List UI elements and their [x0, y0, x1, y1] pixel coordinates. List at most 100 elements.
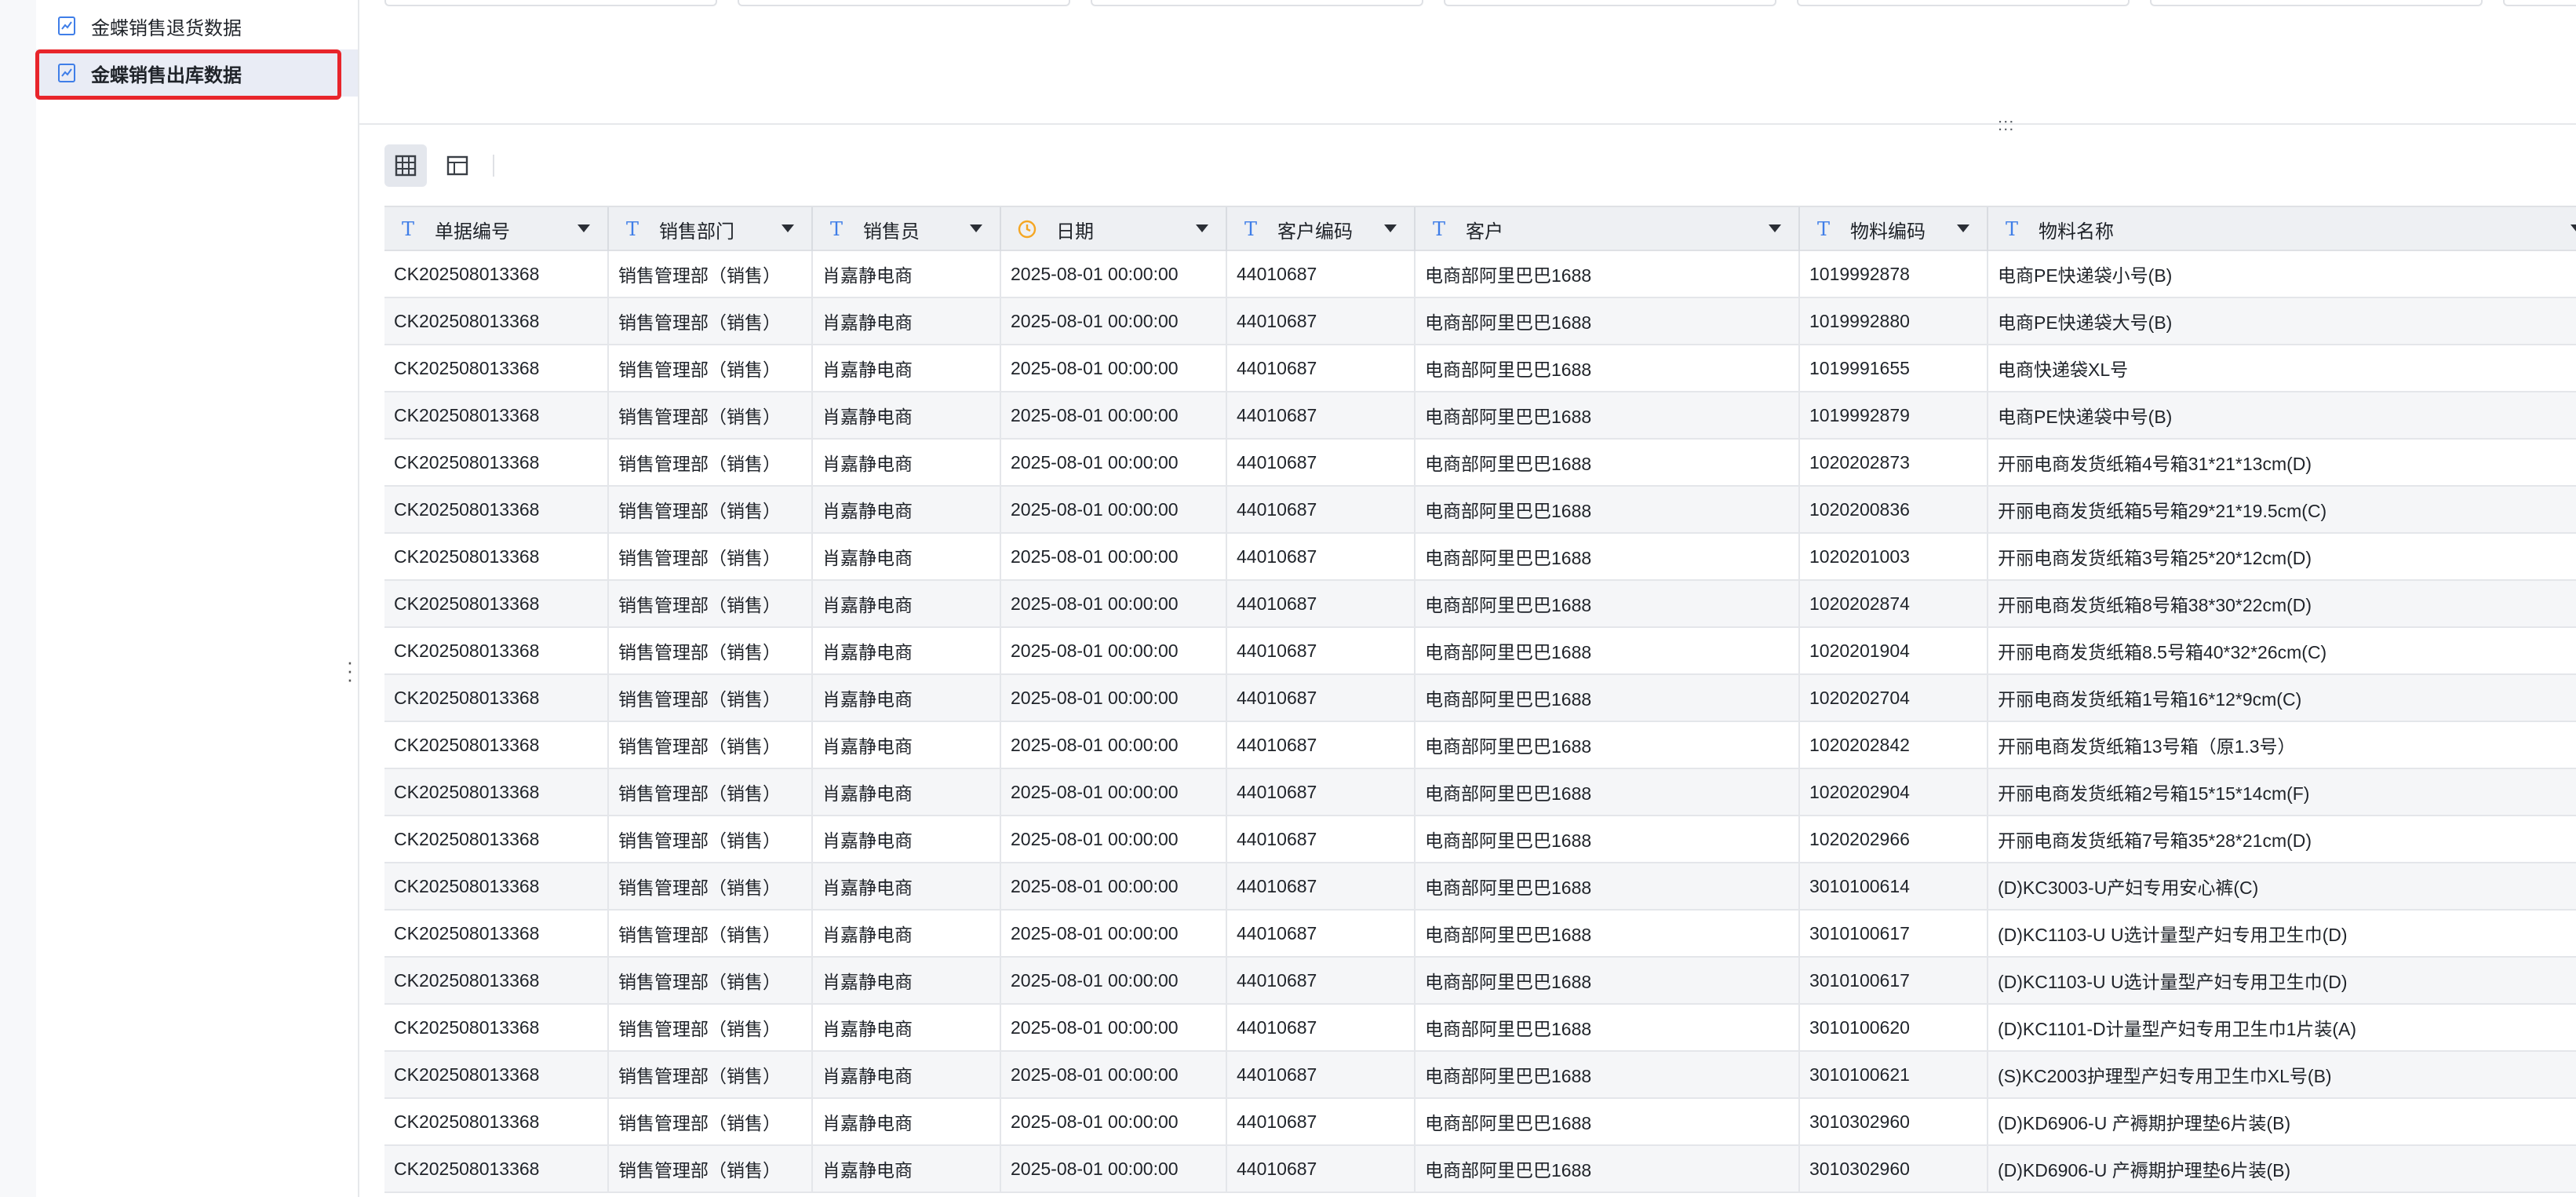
cell-customer[interactable]: 电商部阿里巴巴1688: [1416, 675, 1800, 721]
filter-field[interactable]: [1444, 0, 1776, 6]
column-header-sales-dept[interactable]: T 销售部门: [609, 207, 813, 251]
cell-material-code[interactable]: 1019992879: [1800, 392, 1988, 438]
cell-doc-number[interactable]: CK202508013368: [384, 958, 609, 1003]
cell-customer-code[interactable]: 44010687: [1227, 816, 1416, 862]
cell-doc-number[interactable]: CK202508013368: [384, 911, 609, 956]
cell-material-name[interactable]: 开丽电商发货纸箱8号箱38*30*22cm(D): [1988, 581, 2576, 626]
cell-material-name[interactable]: (D)KC1103-U U选计量型产妇专用卫生巾(D): [1988, 958, 2576, 1003]
cell-customer[interactable]: 电商部阿里巴巴1688: [1416, 392, 1800, 438]
table-row[interactable]: CK202508013368 销售管理部（销售） 肖嘉静电商 2025-08-01 0…: [384, 440, 2576, 487]
cell-material-name[interactable]: 开丽电商发货纸箱4号箱31*21*13cm(D): [1988, 440, 2576, 485]
table-row[interactable]: CK202508013368 销售管理部（销售） 肖嘉静电商 2025-08-01 0…: [384, 769, 2576, 816]
layout-view-button[interactable]: [436, 144, 479, 187]
chevron-down-icon[interactable]: [1769, 224, 1781, 232]
cell-date[interactable]: 2025-08-01 00:00:00: [1001, 487, 1227, 532]
cell-customer-code[interactable]: 44010687: [1227, 1099, 1416, 1144]
sidebar-resize-handle[interactable]: · · ·: [344, 651, 356, 689]
cell-customer-code[interactable]: 44010687: [1227, 675, 1416, 721]
column-header-salesperson[interactable]: T 销售员: [813, 207, 1001, 251]
cell-sales-dept[interactable]: 销售管理部（销售）: [609, 958, 813, 1003]
cell-doc-number[interactable]: CK202508013368: [384, 863, 609, 909]
cell-customer[interactable]: 电商部阿里巴巴1688: [1416, 628, 1800, 673]
column-header-material-code[interactable]: T 物料编码: [1800, 207, 1988, 251]
cell-material-code[interactable]: 1020202874: [1800, 581, 1988, 626]
cell-date[interactable]: 2025-08-01 00:00:00: [1001, 534, 1227, 579]
cell-date[interactable]: 2025-08-01 00:00:00: [1001, 392, 1227, 438]
cell-customer[interactable]: 电商部阿里巴巴1688: [1416, 581, 1800, 626]
cell-material-code[interactable]: 3010100617: [1800, 958, 1988, 1003]
cell-salesperson[interactable]: 肖嘉静电商: [813, 534, 1001, 579]
cell-material-code[interactable]: 1020202704: [1800, 675, 1988, 721]
cell-customer-code[interactable]: 44010687: [1227, 487, 1416, 532]
filter-field[interactable]: [2503, 0, 2576, 6]
cell-sales-dept[interactable]: 销售管理部（销售）: [609, 769, 813, 815]
cell-sales-dept[interactable]: 销售管理部（销售）: [609, 251, 813, 297]
cell-salesperson[interactable]: 肖嘉静电商: [813, 628, 1001, 673]
chevron-down-icon[interactable]: [782, 224, 794, 232]
cell-material-name[interactable]: 开丽电商发货纸箱1号箱16*12*9cm(C): [1988, 675, 2576, 721]
cell-material-name[interactable]: (D)KC3003-U产妇专用安心裤(C): [1988, 863, 2576, 909]
cell-date[interactable]: 2025-08-01 00:00:00: [1001, 769, 1227, 815]
cell-customer[interactable]: 电商部阿里巴巴1688: [1416, 534, 1800, 579]
cell-material-name[interactable]: (D)KD6906-U 产褥期护理垫6片装(B): [1988, 1099, 2576, 1144]
cell-customer[interactable]: 电商部阿里巴巴1688: [1416, 440, 1800, 485]
chevron-down-icon[interactable]: [1384, 224, 1397, 232]
cell-material-code[interactable]: 3010302960: [1800, 1099, 1988, 1144]
table-row[interactable]: CK202508013368 销售管理部（销售） 肖嘉静电商 2025-08-01 0…: [384, 1099, 2576, 1146]
cell-sales-dept[interactable]: 销售管理部（销售）: [609, 1146, 813, 1192]
cell-customer-code[interactable]: 44010687: [1227, 911, 1416, 956]
cell-doc-number[interactable]: CK202508013368: [384, 440, 609, 485]
cell-material-name[interactable]: 电商PE快递袋小号(B): [1988, 251, 2576, 297]
cell-material-code[interactable]: 1020201904: [1800, 628, 1988, 673]
cell-material-name[interactable]: (D)KD6906-U 产褥期护理垫6片装(B): [1988, 1146, 2576, 1192]
cell-date[interactable]: 2025-08-01 00:00:00: [1001, 675, 1227, 721]
cell-doc-number[interactable]: CK202508013368: [384, 628, 609, 673]
sidebar-item-sales-outbound-data[interactable]: 金蝶销售出库数据: [36, 49, 358, 97]
cell-date[interactable]: 2025-08-01 00:00:00: [1001, 816, 1227, 862]
column-header-customer[interactable]: T 客户: [1416, 207, 1800, 251]
cell-date[interactable]: 2025-08-01 00:00:00: [1001, 958, 1227, 1003]
chevron-down-icon[interactable]: [1196, 224, 1208, 232]
table-row[interactable]: CK202508013368 销售管理部（销售） 肖嘉静电商 2025-08-01 0…: [384, 251, 2576, 298]
cell-customer[interactable]: 电商部阿里巴巴1688: [1416, 1146, 1800, 1192]
table-row[interactable]: CK202508013368 销售管理部（销售） 肖嘉静电商 2025-08-01 0…: [384, 298, 2576, 345]
cell-customer[interactable]: 电商部阿里巴巴1688: [1416, 251, 1800, 297]
cell-sales-dept[interactable]: 销售管理部（销售）: [609, 863, 813, 909]
cell-material-name[interactable]: 开丽电商发货纸箱3号箱25*20*12cm(D): [1988, 534, 2576, 579]
cell-material-name[interactable]: 电商快递袋XL号: [1988, 345, 2576, 391]
cell-sales-dept[interactable]: 销售管理部（销售）: [609, 392, 813, 438]
cell-customer-code[interactable]: 44010687: [1227, 581, 1416, 626]
cell-material-name[interactable]: (S)KC2003护理型产妇专用卫生巾XL号(B): [1988, 1052, 2576, 1097]
cell-salesperson[interactable]: 肖嘉静电商: [813, 392, 1001, 438]
cell-salesperson[interactable]: 肖嘉静电商: [813, 958, 1001, 1003]
cell-material-name[interactable]: 电商PE快递袋中号(B): [1988, 392, 2576, 438]
cell-material-name[interactable]: 开丽电商发货纸箱2号箱15*15*14cm(F): [1988, 769, 2576, 815]
chevron-down-icon[interactable]: [1957, 224, 1969, 232]
cell-salesperson[interactable]: 肖嘉静电商: [813, 722, 1001, 768]
cell-customer-code[interactable]: 44010687: [1227, 440, 1416, 485]
cell-date[interactable]: 2025-08-01 00:00:00: [1001, 722, 1227, 768]
cell-sales-dept[interactable]: 销售管理部（销售）: [609, 487, 813, 532]
cell-salesperson[interactable]: 肖嘉静电商: [813, 675, 1001, 721]
cell-doc-number[interactable]: CK202508013368: [384, 581, 609, 626]
table-row[interactable]: CK202508013368 销售管理部（销售） 肖嘉静电商 2025-08-01 0…: [384, 816, 2576, 863]
cell-salesperson[interactable]: 肖嘉静电商: [813, 1052, 1001, 1097]
cell-customer[interactable]: 电商部阿里巴巴1688: [1416, 863, 1800, 909]
cell-date[interactable]: 2025-08-01 00:00:00: [1001, 440, 1227, 485]
cell-salesperson[interactable]: 肖嘉静电商: [813, 251, 1001, 297]
cell-sales-dept[interactable]: 销售管理部（销售）: [609, 1099, 813, 1144]
cell-salesperson[interactable]: 肖嘉静电商: [813, 863, 1001, 909]
cell-salesperson[interactable]: 肖嘉静电商: [813, 1005, 1001, 1050]
cell-material-code[interactable]: 3010302960: [1800, 1146, 1988, 1192]
cell-customer[interactable]: 电商部阿里巴巴1688: [1416, 722, 1800, 768]
table-row[interactable]: CK202508013368 销售管理部（销售） 肖嘉静电商 2025-08-01 0…: [384, 675, 2576, 722]
cell-sales-dept[interactable]: 销售管理部（销售）: [609, 816, 813, 862]
table-row[interactable]: CK202508013368 销售管理部（销售） 肖嘉静电商 2025-08-01 0…: [384, 534, 2576, 581]
cell-customer[interactable]: 电商部阿里巴巴1688: [1416, 487, 1800, 532]
cell-customer-code[interactable]: 44010687: [1227, 863, 1416, 909]
cell-doc-number[interactable]: CK202508013368: [384, 769, 609, 815]
cell-doc-number[interactable]: CK202508013368: [384, 722, 609, 768]
cell-sales-dept[interactable]: 销售管理部（销售）: [609, 911, 813, 956]
table-row[interactable]: CK202508013368 销售管理部（销售） 肖嘉静电商 2025-08-01 0…: [384, 1005, 2576, 1052]
table-row[interactable]: CK202508013368 销售管理部（销售） 肖嘉静电商 2025-08-01 0…: [384, 392, 2576, 440]
